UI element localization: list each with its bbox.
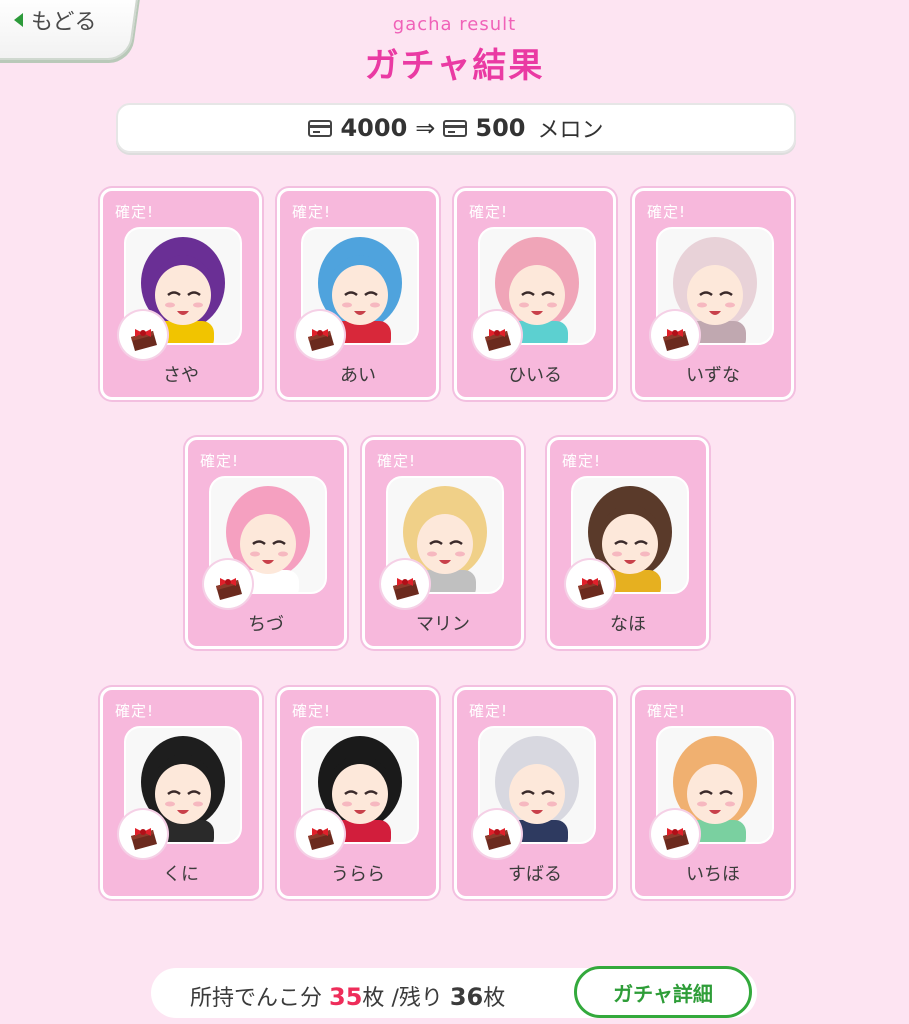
character-name: なほ (610, 614, 646, 635)
character-name: さや (163, 365, 199, 386)
cost-before: 4000 (340, 114, 408, 142)
result-card[interactable]: 確定! くに (100, 687, 262, 899)
card-icon (308, 119, 333, 137)
owned-unit: 枚 (362, 986, 385, 1011)
character-name: くに (163, 864, 199, 885)
cost-arrow: ⇒ (415, 114, 436, 142)
guaranteed-badge: 確定! (647, 702, 687, 720)
result-card[interactable]: 確定! いちほ (632, 687, 794, 899)
character-name: いずな (686, 365, 740, 386)
character-name: うらら (331, 864, 385, 885)
result-card[interactable]: 確定! あい (277, 188, 439, 400)
guaranteed-badge: 確定! (115, 702, 155, 720)
result-card[interactable]: 確定! ひいる (454, 188, 616, 400)
stock-text: 所持でんこ分 35枚 /残り 36枚 (190, 980, 505, 1012)
owned-count: 35 (329, 983, 363, 1011)
character-name: いちほ (686, 864, 740, 885)
result-card[interactable]: 確定! ちづ (185, 437, 347, 649)
character-name: すばる (508, 864, 562, 885)
present-icon (119, 810, 167, 858)
present-icon (651, 810, 699, 858)
present-icon (381, 560, 429, 608)
character-name: マリン (416, 614, 470, 635)
present-icon (473, 311, 521, 359)
present-icon (566, 560, 614, 608)
cost-after: 500 (475, 114, 526, 142)
page-subtitle: gacha result (392, 14, 517, 35)
present-icon (204, 560, 252, 608)
guaranteed-badge: 確定! (377, 452, 417, 470)
character-name: ちづ (248, 614, 284, 635)
present-icon (296, 311, 344, 359)
guaranteed-badge: 確定! (562, 452, 602, 470)
present-icon (651, 311, 699, 359)
result-card[interactable]: 確定! うらら (277, 687, 439, 899)
result-card[interactable]: 確定! なほ (547, 437, 709, 649)
guaranteed-badge: 確定! (292, 702, 332, 720)
result-card[interactable]: 確定! いずな (632, 188, 794, 400)
present-icon (119, 311, 167, 359)
result-card[interactable]: 確定! マリン (362, 437, 524, 649)
guaranteed-badge: 確定! (469, 203, 509, 221)
present-icon (296, 810, 344, 858)
result-card[interactable]: 確定! さや (100, 188, 262, 400)
cost-bar: 4000 ⇒ 500 メロン (116, 103, 796, 153)
page-title: ガチャ結果 (364, 46, 545, 86)
remain-unit: 枚 (483, 986, 506, 1011)
guaranteed-badge: 確定! (292, 203, 332, 221)
guaranteed-badge: 確定! (469, 702, 509, 720)
character-name: ひいる (508, 365, 562, 386)
result-card[interactable]: 確定! すばる (454, 687, 616, 899)
card-icon (443, 119, 468, 137)
guaranteed-badge: 確定! (200, 452, 240, 470)
guaranteed-badge: 確定! (115, 203, 155, 221)
remaining-count: 36 (449, 983, 484, 1011)
stock-prefix: 所持でんこ分 (190, 986, 323, 1011)
remain-prefix: /残り (391, 986, 443, 1011)
guaranteed-badge: 確定! (647, 203, 687, 221)
gacha-detail-button[interactable]: ガチャ詳細 (574, 966, 752, 1018)
cost-unit: メロン (537, 118, 604, 143)
present-icon (473, 810, 521, 858)
character-name: あい (340, 365, 376, 386)
